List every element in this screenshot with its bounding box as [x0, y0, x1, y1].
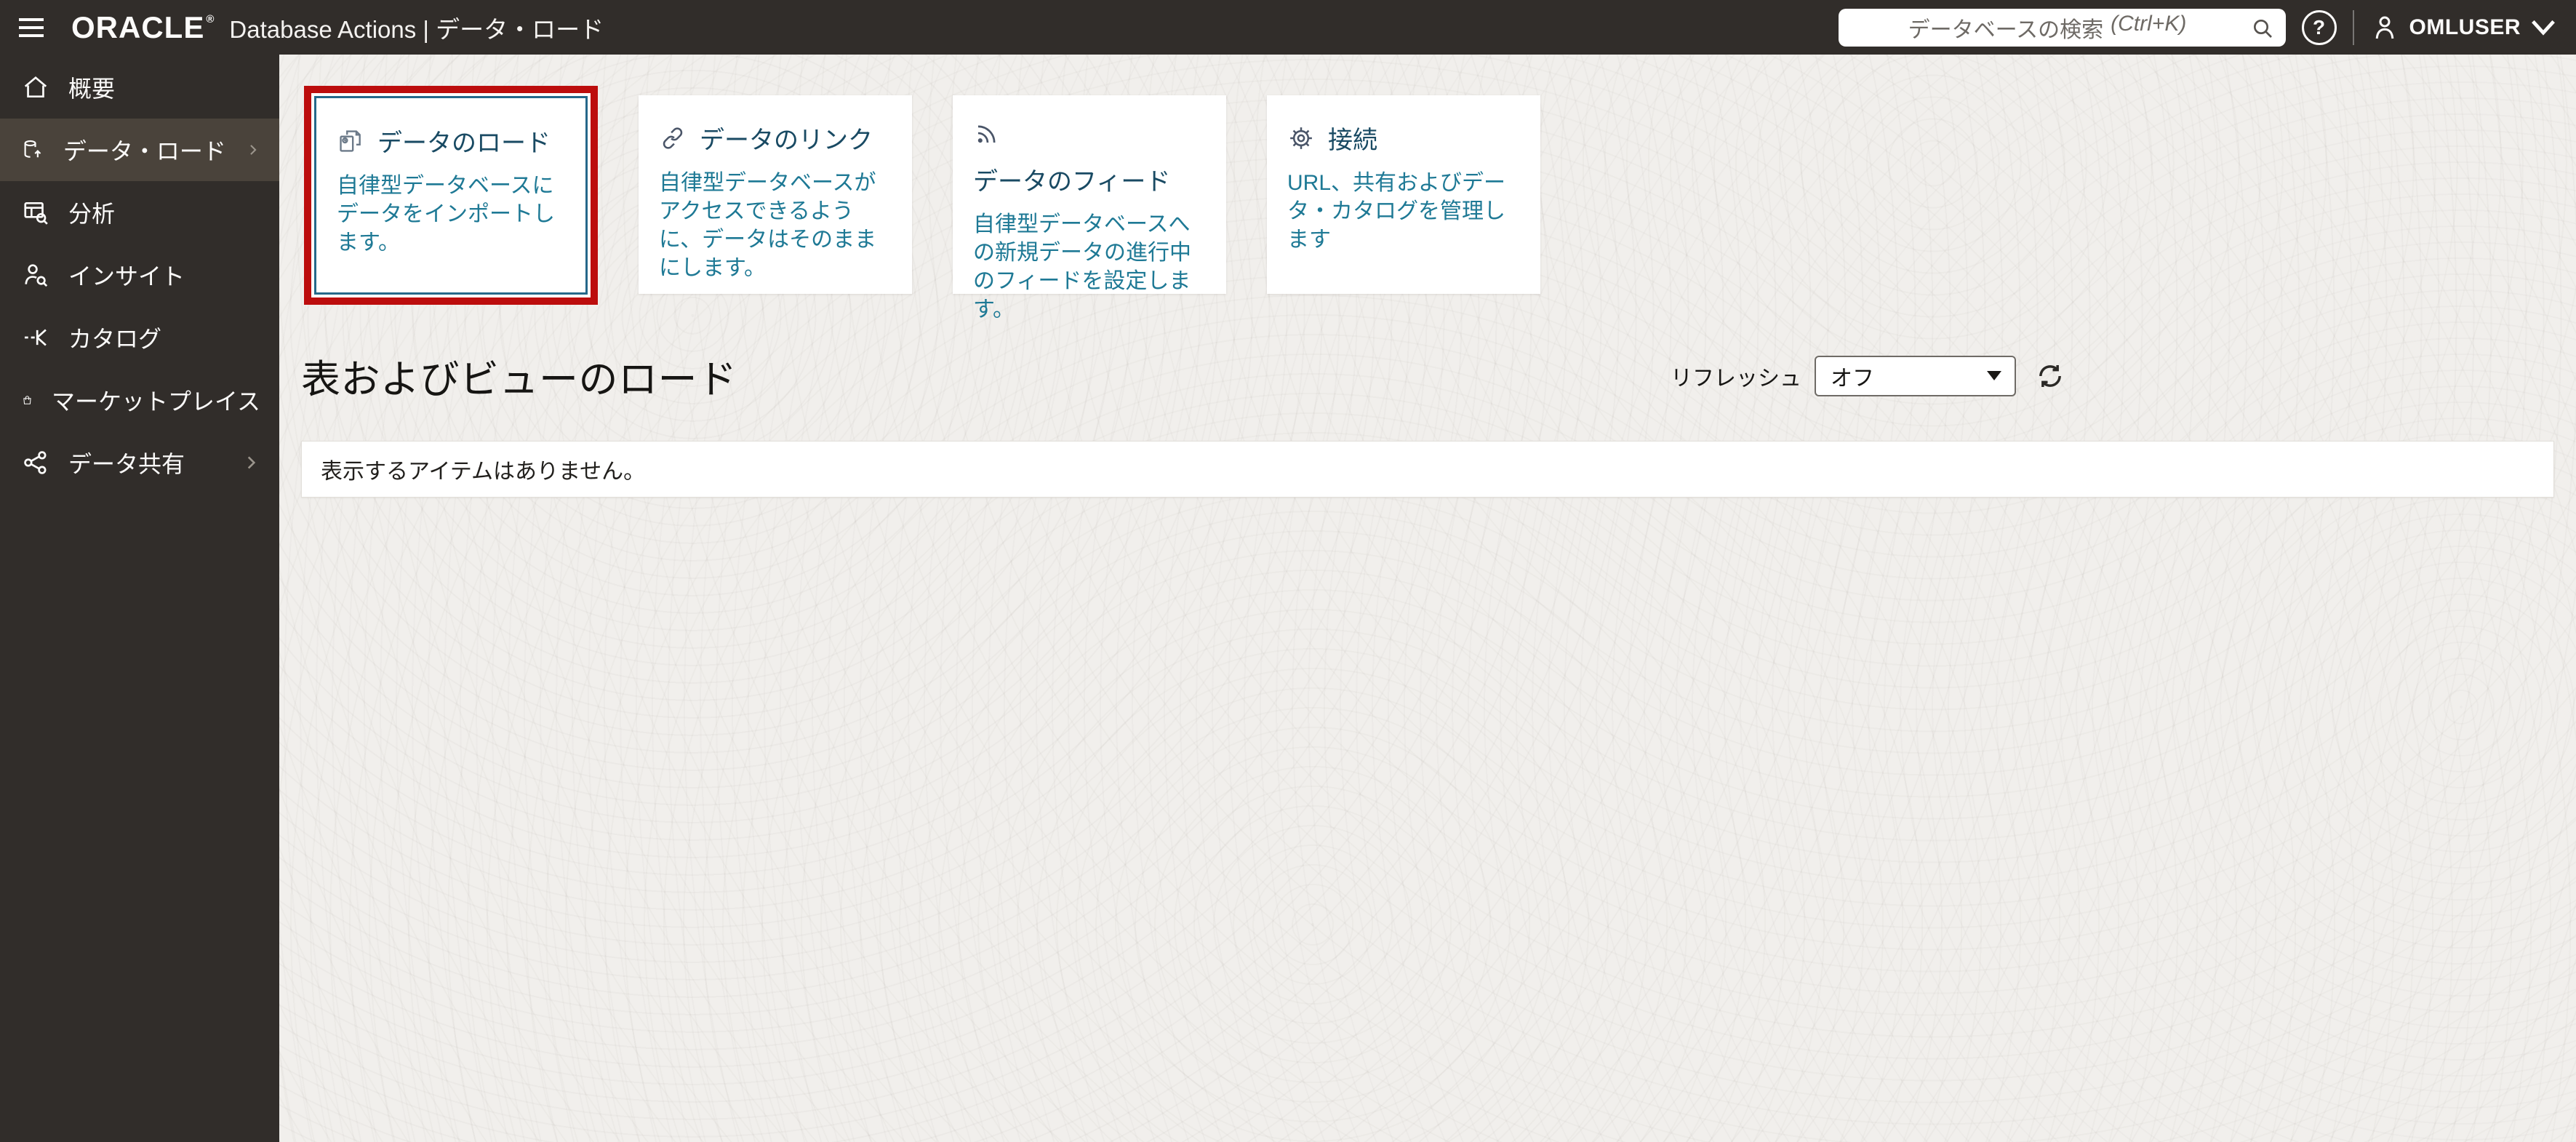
sidebar-item-data-share[interactable]: データ共有 [0, 431, 279, 494]
data-load-option-cards: データのロード 自律型データベースにデータをインポートします。 データのリンク … [304, 86, 2576, 322]
search-icon [2253, 19, 2272, 38]
help-button[interactable]: ? [2301, 9, 2337, 45]
database-search-input[interactable]: データベースの検索 (Ctrl+K) [1838, 8, 2286, 47]
registered-mark: ® [206, 12, 215, 25]
page-title: 表およびビューのロード [301, 358, 737, 402]
oracle-logo: ORACLE ® [71, 10, 215, 45]
refresh-button[interactable] [2035, 361, 2065, 391]
hamburger-menu-button[interactable] [19, 12, 51, 44]
refresh-icon [2039, 364, 2061, 387]
card-description: URL、共有およびデータ・カタログを管理します [1287, 171, 1506, 252]
chevron-right-icon [250, 145, 257, 155]
chevron-down-icon [2532, 20, 2555, 36]
card-title: データのフィード [973, 120, 1206, 197]
hamburger-icon [19, 17, 44, 21]
card-title: データのリンク [659, 120, 892, 156]
user-menu-button[interactable]: OMLUSER [2370, 13, 2556, 42]
feed-data-card[interactable]: データのフィード 自律型データベースへの新規データの進行中のフィードを設定します… [953, 95, 1226, 322]
question-mark-icon: ? [2312, 15, 2326, 39]
brand-text: ORACLE [71, 9, 205, 44]
catalog-icon [24, 329, 47, 346]
link-data-icon [663, 127, 683, 149]
sidebar-item-data-load[interactable]: データ・ロード [0, 119, 279, 181]
card-description: 自律型データベースがアクセスできるように、データはそのままにします。 [659, 171, 877, 280]
home-icon [24, 76, 47, 98]
load-data-card-highlight: データのロード 自律型データベースにデータをインポートします。 [304, 86, 598, 305]
card-description: 自律型データベースへの新規データの進行中のフィードを設定します。 [973, 212, 1191, 322]
sidebar: 概要 データ・ロード 分析 インサイト カタログ マーケットプレイス データ共有 [0, 55, 279, 1142]
app-title: Database Actions | データ・ロード [229, 15, 604, 43]
refresh-interval-value: オフ [1831, 366, 1874, 391]
search-placeholder: データベースの検索 (Ctrl+K) [1908, 11, 2187, 42]
select-caret-icon [1987, 371, 2001, 380]
sidebar-item-analysis[interactable]: 分析 [0, 181, 279, 244]
main-content: データのロード 自律型データベースにデータをインポートします。 データのリンク … [279, 55, 2576, 1142]
header-divider [2352, 9, 2354, 45]
user-icon [2375, 15, 2393, 39]
data-share-icon [24, 451, 47, 474]
section-header-row: 表およびビューのロード リフレッシュ オフ [301, 347, 2554, 404]
refresh-controls: リフレッシュ オフ [1671, 355, 2065, 396]
link-data-card[interactable]: データのリンク 自律型データベースがアクセスできるように、データはそのままにしま… [639, 95, 912, 294]
sidebar-item-overview[interactable]: 概要 [0, 56, 279, 119]
data-load-icon [24, 140, 41, 158]
chevron-right-icon [247, 456, 256, 469]
feed-data-icon [977, 125, 996, 143]
card-title: 接続 [1287, 120, 1520, 156]
refresh-interval-select[interactable]: オフ [1815, 355, 2016, 396]
items-list-empty-state: 表示するアイテムはありません。 [301, 441, 2554, 498]
app-header: ORACLE ® Database Actions | データ・ロード データベ… [0, 0, 2576, 55]
empty-message: 表示するアイテムはありません。 [321, 460, 646, 484]
sidebar-item-catalog[interactable]: カタログ [0, 306, 279, 369]
analysis-icon [24, 201, 48, 225]
header-actions: データベースの検索 (Ctrl+K) ? OMLUSER [1838, 8, 2556, 47]
refresh-label: リフレッシュ [1671, 366, 1801, 391]
sidebar-item-marketplace[interactable]: マーケットプレイス [0, 369, 279, 431]
marketplace-icon [23, 396, 31, 404]
card-description: 自律型データベースにデータをインポートします。 [337, 174, 555, 255]
card-title: データのロード [337, 123, 565, 159]
insights-icon [25, 264, 48, 287]
connections-gear-icon [1290, 127, 1312, 149]
username-label: OMLUSER [2409, 15, 2521, 39]
load-data-icon [340, 129, 361, 152]
connections-card[interactable]: 接続 URL、共有およびデータ・カタログを管理します [1267, 95, 1540, 294]
load-data-card[interactable]: データのロード 自律型データベースにデータをインポートします。 [314, 96, 588, 295]
sidebar-item-insights[interactable]: インサイト [0, 244, 279, 306]
